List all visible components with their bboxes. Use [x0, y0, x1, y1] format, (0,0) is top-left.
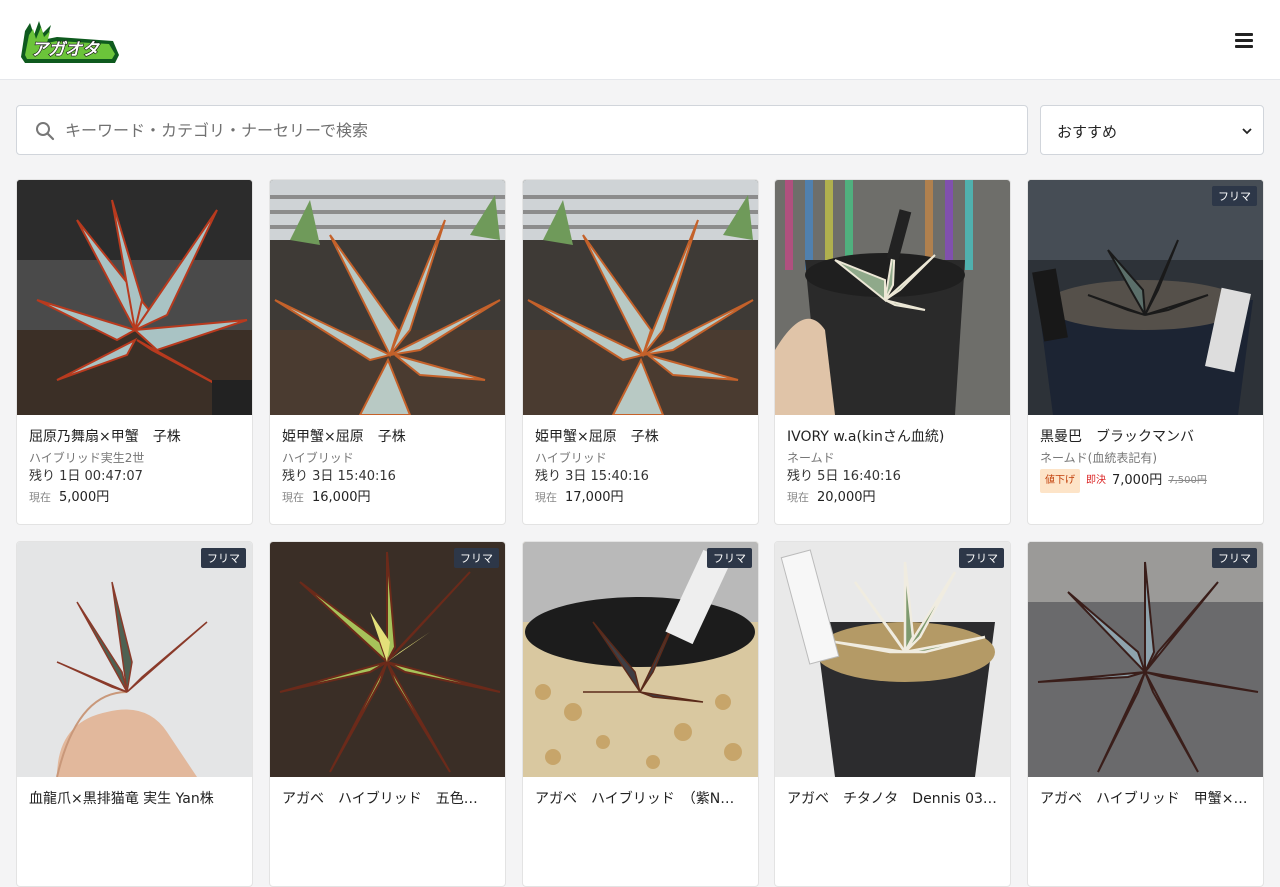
- product-card[interactable]: フリマ アガベ ハイブリッド 甲蟹×…: [1027, 541, 1264, 887]
- product-card[interactable]: フリマ アガベ チタノタ Dennis 03…: [774, 541, 1011, 887]
- product-title: アガベ ハイブリッド 五色…: [282, 791, 478, 807]
- search-bar: [16, 105, 1028, 155]
- product-image: [523, 180, 758, 415]
- product-card[interactable]: フリマ 黒曼巴 ブラックマンバ ネームド(血統表記有) 値下げ 即決 7,000…: [1027, 179, 1264, 525]
- product-title: 屈原乃舞扇×甲蟹 子株: [29, 429, 181, 445]
- logo-image: アガオタ: [21, 21, 119, 63]
- product-price: 16,000円: [312, 490, 371, 505]
- flea-market-badge: フリマ: [201, 548, 246, 568]
- chevron-down-icon: [1242, 128, 1252, 135]
- price-row: 現在 17,000円: [535, 487, 748, 509]
- price-row: 現在 5,000円: [29, 487, 242, 509]
- product-price: 20,000円: [817, 490, 876, 505]
- product-price: 5,000円: [59, 490, 110, 505]
- search-icon: [36, 122, 55, 141]
- price-row: 現在 20,000円: [787, 487, 1000, 509]
- sort-selected-value: おすすめ: [1057, 123, 1118, 141]
- original-price: 7,500円: [1168, 475, 1207, 486]
- product-category: ハイブリッド実生2世: [29, 451, 145, 465]
- flea-market-badge: フリマ: [959, 548, 1004, 568]
- product-title: アガベ ハイブリッド 甲蟹×…: [1040, 791, 1248, 807]
- product-image: [270, 180, 505, 415]
- flea-market-badge: フリマ: [454, 548, 499, 568]
- product-card[interactable]: フリマ 血龍爪×黒排猫竜 実生 Yan株: [16, 541, 253, 887]
- search-input[interactable]: [65, 106, 1015, 154]
- product-title: アガベ ハイブリッド （紫N…: [535, 791, 735, 807]
- product-title: 姫甲蟹×屈原 子株: [282, 429, 406, 445]
- price-down-tag: 値下げ: [1040, 469, 1080, 493]
- product-card[interactable]: 屈原乃舞扇×甲蟹 子株 ハイブリッド実生2世 残り 1日 00:47:07 現在…: [16, 179, 253, 525]
- current-label: 現在: [787, 491, 809, 504]
- instant-buy-tag: 即決: [1086, 475, 1106, 486]
- logo[interactable]: アガオタ: [17, 17, 123, 65]
- product-image: [775, 180, 1010, 415]
- product-price: 17,000円: [565, 490, 624, 505]
- svg-text:アガオタ: アガオタ: [31, 40, 101, 60]
- product-price: 7,000円: [1112, 473, 1163, 488]
- product-image: フリマ: [1028, 180, 1263, 415]
- price-row: 現在 16,000円: [282, 487, 495, 509]
- product-title: 姫甲蟹×屈原 子株: [535, 429, 659, 445]
- product-card[interactable]: IVORY w.a(kinさん血統) ネームド 残り 5日 16:40:16 現…: [774, 179, 1011, 525]
- remaining-time: 残り 5日 16:40:16: [787, 469, 901, 484]
- flea-market-badge: フリマ: [707, 548, 752, 568]
- flea-market-badge: フリマ: [1212, 186, 1257, 206]
- product-card[interactable]: 姫甲蟹×屈原 子株 ハイブリッド 残り 3日 15:40:16 現在 17,00…: [522, 179, 759, 525]
- product-image: フリマ: [1028, 542, 1263, 777]
- product-title: 黒曼巴 ブラックマンバ: [1040, 429, 1194, 445]
- menu-icon[interactable]: [1232, 28, 1256, 52]
- product-category: ハイブリッド: [535, 451, 607, 465]
- product-card[interactable]: 姫甲蟹×屈原 子株 ハイブリッド 残り 3日 15:40:16 現在 16,00…: [269, 179, 506, 525]
- product-card[interactable]: フリマ アガベ ハイブリッド （紫N…: [522, 541, 759, 887]
- product-title: IVORY w.a(kinさん血統): [787, 429, 945, 445]
- sort-select[interactable]: おすすめ: [1040, 105, 1264, 155]
- price-row: 値下げ 即決 7,000円 7,500円: [1040, 469, 1253, 493]
- current-label: 現在: [29, 491, 51, 504]
- product-title: アガベ チタノタ Dennis 03…: [787, 791, 997, 807]
- product-image: フリマ: [270, 542, 505, 777]
- product-title: 血龍爪×黒排猫竜 実生 Yan株: [29, 791, 214, 807]
- header: アガオタ: [0, 0, 1280, 80]
- product-category: ハイブリッド: [282, 451, 354, 465]
- product-image: フリマ: [17, 542, 252, 777]
- product-image: フリマ: [775, 542, 1010, 777]
- product-category: ネームド(血統表記有): [1040, 451, 1158, 465]
- product-card[interactable]: フリマ アガベ ハイブリッド 五色…: [269, 541, 506, 887]
- product-image: フリマ: [523, 542, 758, 777]
- remaining-time: 残り 3日 15:40:16: [535, 469, 649, 484]
- product-image: [17, 180, 252, 415]
- current-label: 現在: [282, 491, 304, 504]
- flea-market-badge: フリマ: [1212, 548, 1257, 568]
- remaining-time: 残り 1日 00:47:07: [29, 469, 143, 484]
- remaining-time: 残り 3日 15:40:16: [282, 469, 396, 484]
- current-label: 現在: [535, 491, 557, 504]
- product-category: ネームド: [787, 451, 835, 465]
